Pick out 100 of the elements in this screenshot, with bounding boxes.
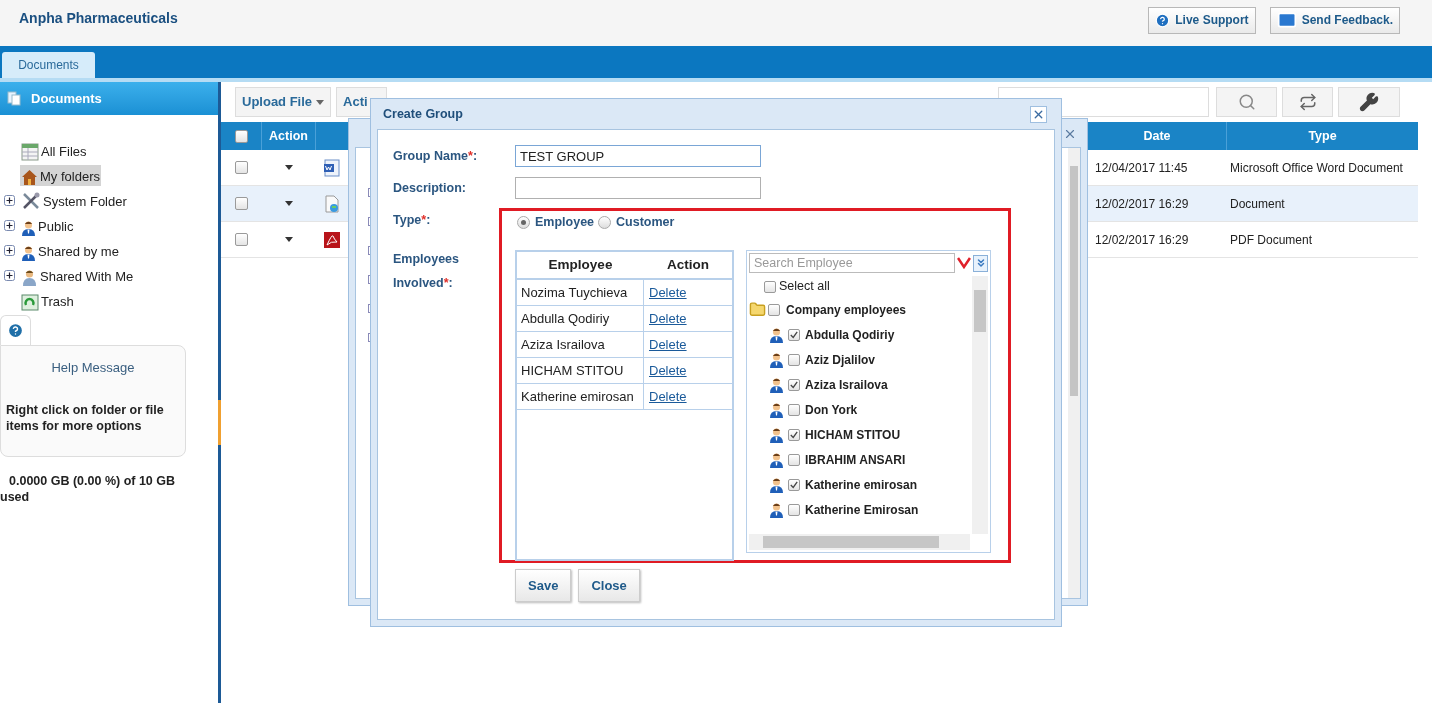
table-cell: Nozima Tuychieva <box>517 280 644 305</box>
person-checkbox-option[interactable]: Don York <box>788 400 858 419</box>
person-icon <box>769 451 784 468</box>
tool-button[interactable] <box>1338 87 1400 117</box>
person-icon <box>769 501 784 518</box>
recycle-icon <box>21 294 39 311</box>
person-icon <box>21 245 36 261</box>
radio-button[interactable] <box>517 215 530 229</box>
folder-icon <box>749 301 766 318</box>
column-header[interactable]: Type <box>1227 122 1418 150</box>
search-field[interactable]: Search Employee <box>749 253 956 273</box>
table-cell: HICHAM STITOU <box>517 358 644 383</box>
checkbox[interactable] <box>234 129 248 143</box>
checkbox[interactable] <box>788 428 800 441</box>
field-label: Group Name*: <box>393 148 478 164</box>
scrollbar[interactable] <box>972 276 988 534</box>
dialog-button[interactable]: Close <box>578 569 640 602</box>
expand-icon[interactable] <box>4 195 15 206</box>
table-cell: Katherine emirosan <box>517 384 644 409</box>
document-globe-icon <box>323 194 341 213</box>
help-icon <box>7 322 24 339</box>
collapse-all-button[interactable] <box>973 254 988 272</box>
person-checkbox-option[interactable]: Abdulla Qodiriy <box>788 325 895 344</box>
select-all-option[interactable]: Select all <box>749 276 972 297</box>
scrollbar[interactable] <box>1068 148 1080 598</box>
delete-link[interactable]: Delete <box>644 358 687 383</box>
person-icon <box>769 326 784 343</box>
word-file-icon <box>323 158 341 177</box>
sidebar-title: Documents <box>31 89 102 108</box>
search-icon <box>1237 93 1256 111</box>
table-cell-text: PDF Document <box>1229 231 1314 249</box>
checkbox[interactable] <box>768 303 780 316</box>
close-button[interactable] <box>1030 105 1047 123</box>
person-icon <box>769 476 784 493</box>
person-icon <box>769 401 784 418</box>
person-icon <box>769 426 784 443</box>
person-checkbox-option[interactable]: Katherine emirosan <box>788 475 918 494</box>
expand-icon[interactable] <box>4 270 15 281</box>
checkbox[interactable] <box>235 161 248 174</box>
checkbox[interactable] <box>788 403 800 416</box>
text-field[interactable] <box>515 177 761 199</box>
close-icon[interactable] <box>1063 127 1077 141</box>
caret-icon <box>316 99 325 105</box>
checkbox[interactable] <box>788 478 800 491</box>
delete-link[interactable]: Delete <box>644 280 687 305</box>
tree-group[interactable]: Company employees <box>768 300 907 319</box>
table-cell-text: Microsoft Office Word Document <box>1229 159 1404 177</box>
text-field[interactable]: TEST GROUP <box>515 145 761 167</box>
group-icon <box>21 269 38 286</box>
tree-item[interactable]: Trash <box>20 290 75 311</box>
tree-item[interactable]: System Folder <box>20 190 128 211</box>
splitter-handle[interactable] <box>218 400 221 445</box>
expand-icon[interactable] <box>4 245 15 256</box>
help-tab[interactable] <box>0 315 31 345</box>
person-icon <box>21 220 36 236</box>
checkbox[interactable] <box>235 233 248 246</box>
radio-option[interactable]: Customer <box>598 212 675 232</box>
checkbox[interactable] <box>788 453 800 466</box>
checkbox[interactable] <box>764 280 776 293</box>
toolbar-button[interactable]: Upload File <box>235 87 332 117</box>
dropdown-caret-icon <box>285 165 293 170</box>
repeat-icon <box>1298 93 1317 111</box>
person-checkbox-option[interactable]: Katherine Emirosan <box>788 500 919 519</box>
table-cell: Aziza Israilova <box>517 332 644 357</box>
person-checkbox-option[interactable]: Aziz Djalilov <box>788 350 875 369</box>
checkbox[interactable] <box>788 353 800 366</box>
person-checkbox-option[interactable]: HICHAM STITOU <box>788 425 901 444</box>
header-button[interactable]: Live Support <box>1148 6 1256 34</box>
tab[interactable]: Documents <box>2 52 95 78</box>
delete-link[interactable]: Delete <box>644 306 687 331</box>
tools-icon <box>21 191 41 211</box>
horizontal-scrollbar[interactable] <box>749 534 970 550</box>
tree-item[interactable]: Public <box>20 215 75 236</box>
tool-button[interactable] <box>1282 87 1333 117</box>
dropdown-caret-icon <box>285 201 293 206</box>
delete-link[interactable]: Delete <box>644 384 687 409</box>
tree-item[interactable]: My folders <box>20 165 101 186</box>
radio-option[interactable]: Employee <box>517 212 595 232</box>
tree-item[interactable]: All Files <box>20 140 88 161</box>
checkbox[interactable] <box>788 378 800 391</box>
person-icon <box>769 351 784 368</box>
dialog-button[interactable]: Save <box>515 569 572 602</box>
clear-icon[interactable] <box>957 257 972 269</box>
header-button[interactable]: Send Feedback. <box>1269 6 1400 34</box>
person-checkbox-option[interactable]: IBRAHIM ANSARI <box>788 450 906 469</box>
wrench-icon <box>1359 92 1379 112</box>
tree-item[interactable]: Shared With Me <box>20 265 135 286</box>
column-header: Employee <box>547 255 614 274</box>
tree-item[interactable]: Shared by me <box>20 240 120 261</box>
table-cell-text: 12/02/2017 16:29 <box>1094 195 1190 213</box>
help-title: Help Message <box>51 359 135 377</box>
delete-link[interactable]: Delete <box>644 332 687 357</box>
checkbox[interactable] <box>788 328 800 341</box>
person-icon <box>769 376 784 393</box>
radio-button[interactable] <box>598 215 612 229</box>
checkbox[interactable] <box>788 503 800 516</box>
house-icon <box>21 169 38 186</box>
checkbox[interactable] <box>235 197 248 210</box>
person-checkbox-option[interactable]: Aziza Israilova <box>788 375 888 394</box>
expand-icon[interactable] <box>4 220 15 231</box>
